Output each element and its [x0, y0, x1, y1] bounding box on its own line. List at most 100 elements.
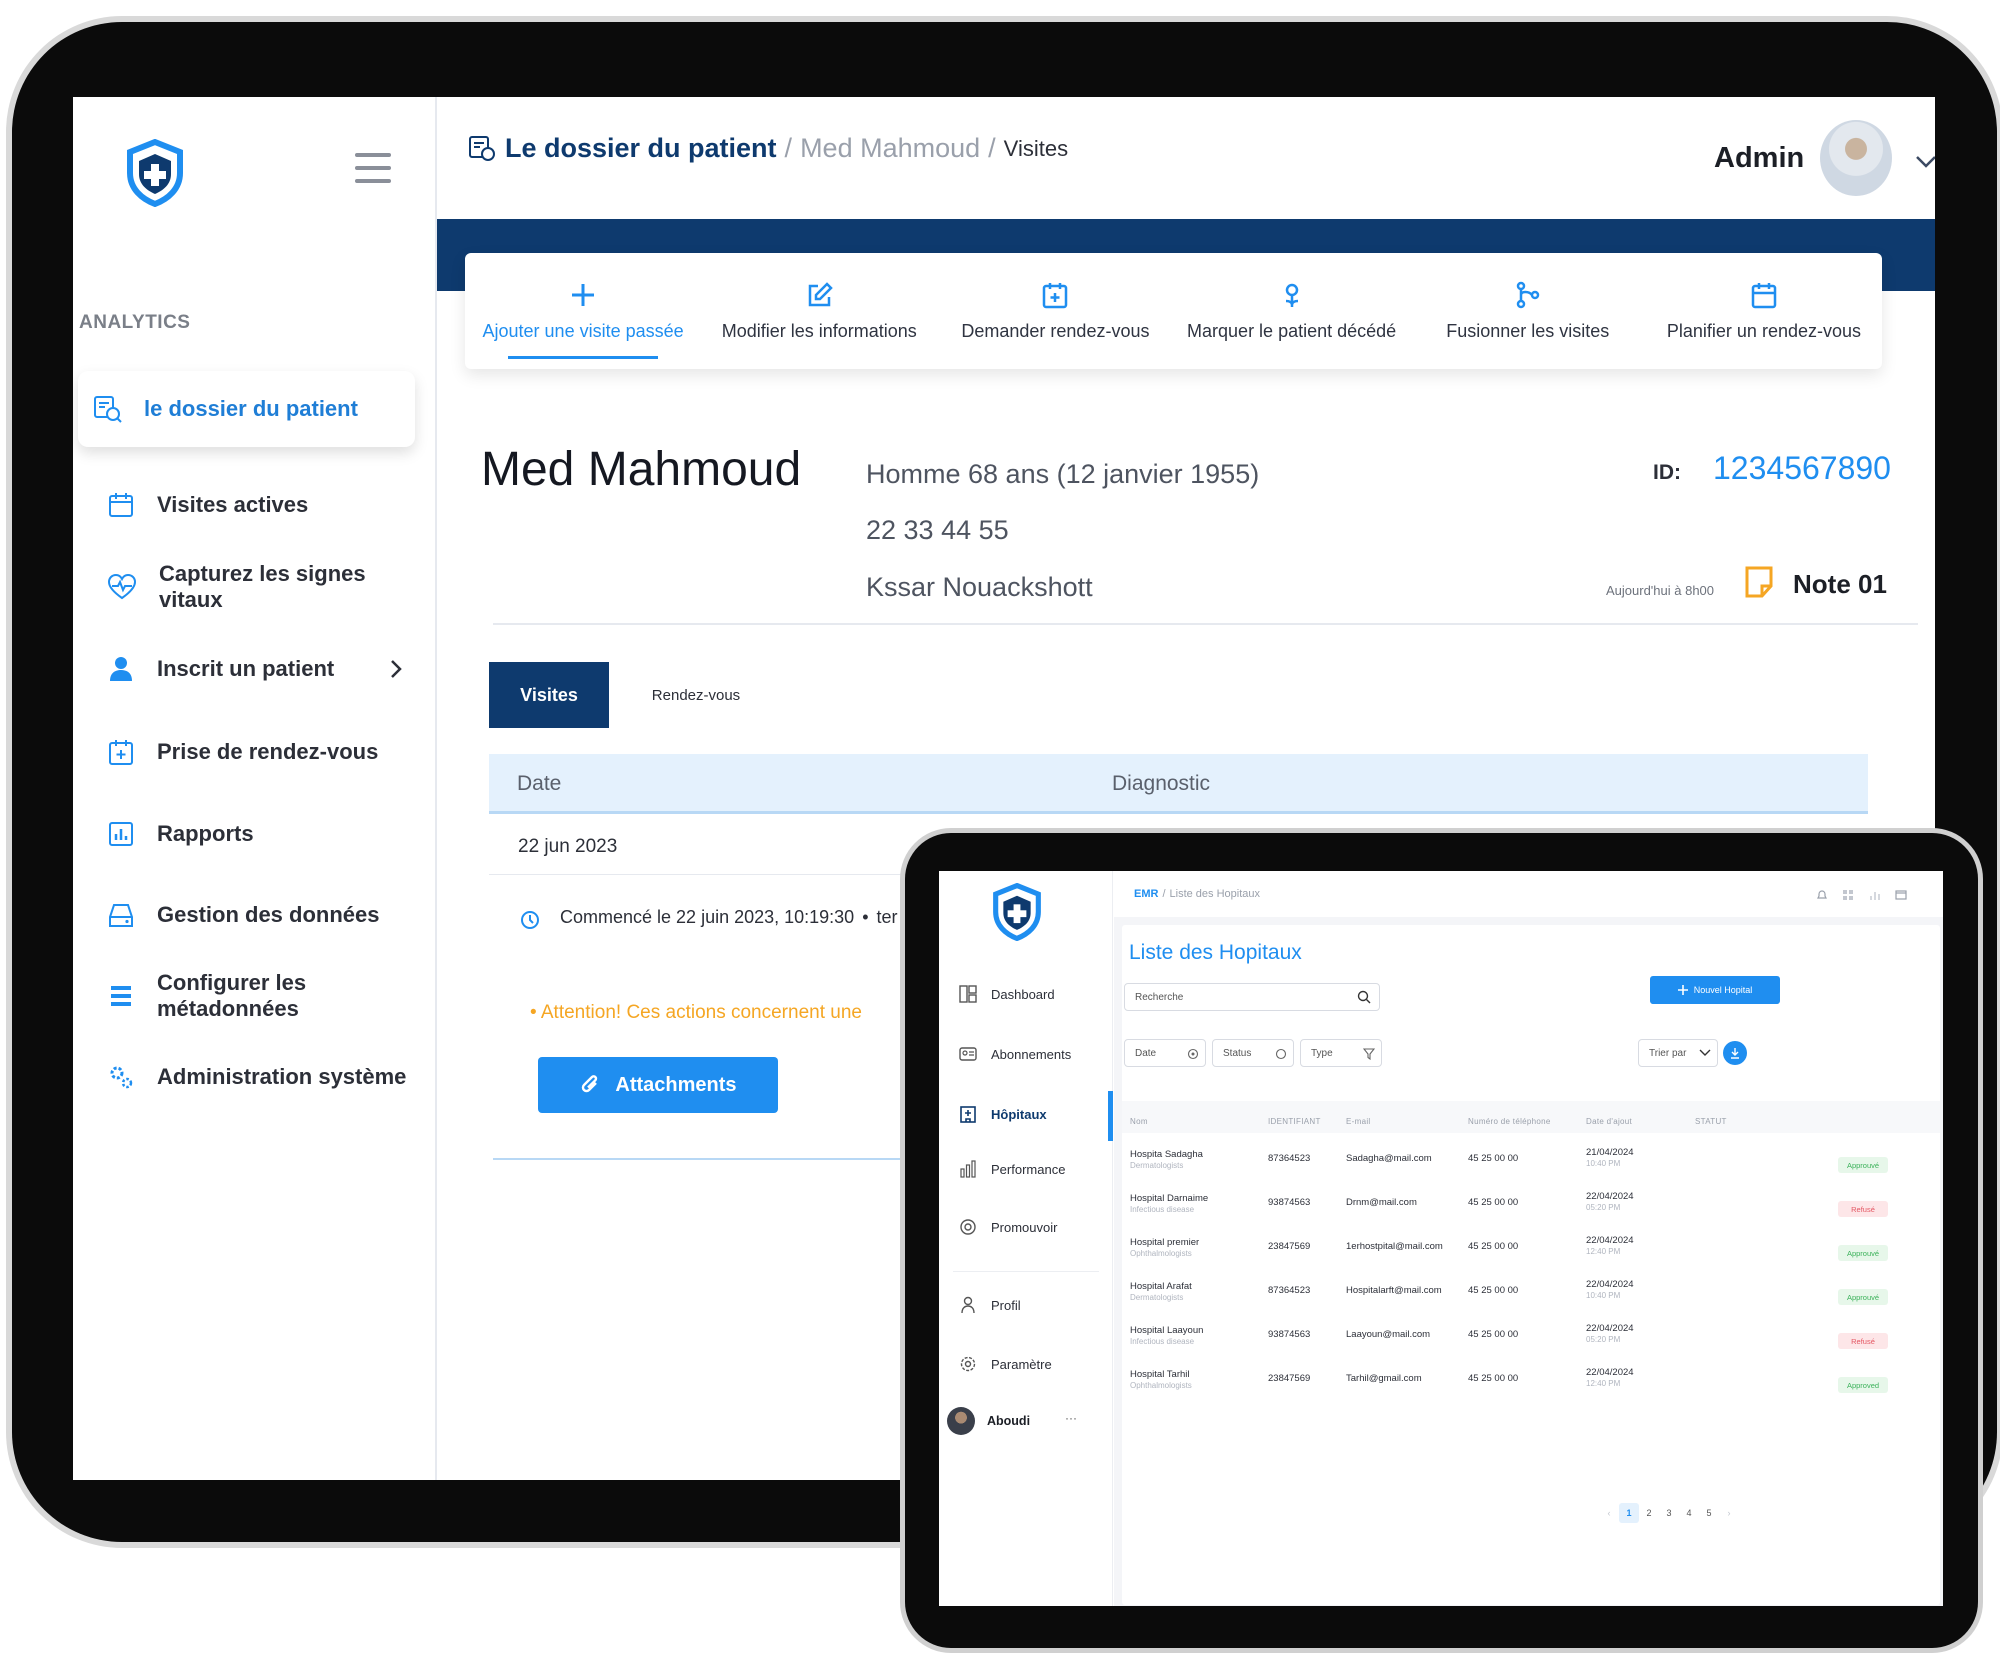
chevron-down-icon[interactable] [1915, 155, 1935, 169]
patient-file-icon [94, 396, 122, 423]
merge-visits-action[interactable]: Fusionner les visites [1410, 253, 1646, 369]
user-name[interactable]: Admin [1714, 142, 1804, 175]
bell-icon[interactable] [1816, 889, 1828, 901]
sidebar-item-patient-file[interactable]: le dossier du patient [78, 371, 415, 447]
hamburger-menu-icon[interactable] [355, 153, 391, 188]
window-icon[interactable] [1895, 889, 1907, 901]
sidebar-item-settings[interactable]: Paramètre [959, 1355, 1052, 1373]
section-label: ANALYTICS [79, 312, 191, 333]
request-appointment-action[interactable]: Demander rendez-vous [937, 253, 1173, 369]
add-past-visit-action[interactable]: Ajouter une visite passée [465, 253, 701, 369]
hospital-id: 23847569 [1268, 1241, 1311, 1252]
sort-select[interactable]: Trier par [1638, 1039, 1718, 1067]
note-label[interactable]: Note 01 [1793, 569, 1887, 600]
edit-icon [809, 281, 834, 306]
id-label: ID: [1653, 461, 1681, 484]
table-row[interactable]: Hospital Tarhil Ophthalmologists 23847569 T… [1122, 1359, 1932, 1415]
status-filter[interactable]: Status [1212, 1039, 1294, 1067]
sidebar-item-vitals[interactable]: Capturez les signes vitaux [93, 557, 423, 617]
date-filter-label: Date [1135, 1047, 1157, 1059]
hosp-main: EMR / Liste des Hopitaux Liste des Hopit… [1114, 871, 1943, 1606]
shield-logo-icon[interactable] [991, 882, 1043, 946]
sidebar-item-dashboard[interactable]: Dashboard [959, 985, 1055, 1003]
attachments-button[interactable]: Attachments [538, 1057, 778, 1113]
avatar[interactable] [1820, 120, 1892, 196]
hospital-phone: 45 25 00 00 [1468, 1241, 1519, 1252]
pagination-page[interactable]: 2 [1639, 1503, 1659, 1523]
sidebar-item-label: Rapports [157, 821, 254, 846]
grid-icon[interactable] [1842, 889, 1854, 901]
note-icon[interactable] [1744, 565, 1774, 599]
sidebar-item-label: Visites actives [157, 492, 309, 517]
mark-deceased-action[interactable]: Marquer le patient décédé [1174, 253, 1410, 369]
breadcrumb-root[interactable]: Le dossier du patient [505, 133, 777, 164]
stats-icon[interactable] [1869, 889, 1881, 901]
dashboard-icon [959, 985, 977, 1003]
visit-date[interactable]: 22 jun 2023 [518, 836, 617, 858]
shield-logo-icon[interactable] [125, 138, 185, 212]
paperclip-icon [582, 1075, 598, 1093]
sidebar-item-system-admin[interactable]: Administration système [93, 1047, 423, 1107]
column-status: STATUT [1695, 1117, 1727, 1126]
list-icon [111, 986, 131, 1006]
person-icon [961, 1296, 975, 1314]
patient-name: Med Mahmoud [481, 443, 802, 496]
patient-id: 1234567890 [1713, 450, 1891, 486]
pagination-page[interactable]: 1 [1619, 1503, 1639, 1523]
status-badge: Refusé [1838, 1333, 1888, 1349]
new-hospital-button[interactable]: Nouvel Hopital [1650, 976, 1780, 1004]
sidebar-item-performance[interactable]: Performance [959, 1160, 1065, 1178]
type-filter-label: Type [1311, 1047, 1333, 1059]
breadcrumb-separator: / [784, 133, 793, 163]
flower-icon [1285, 283, 1298, 307]
breadcrumb: Le dossier du patient / Med Mahmoud / Vi… [467, 133, 1068, 164]
download-icon [1731, 1048, 1739, 1059]
column-date-added: Date d'ajout [1586, 1117, 1633, 1126]
sidebar-item-booking[interactable]: Prise de rendez-vous [93, 722, 423, 782]
hospital-id: 23847569 [1268, 1373, 1311, 1384]
download-button[interactable] [1723, 1041, 1747, 1065]
sidebar-item-label: Abonnements [991, 1046, 1072, 1062]
gears-icon [110, 1066, 133, 1089]
schedule-appointment-action[interactable]: Planifier un rendez-vous [1646, 253, 1882, 369]
sidebar-item-data-management[interactable]: Gestion des données [93, 885, 423, 945]
new-hospital-label: Nouvel Hopital [1693, 985, 1753, 995]
note-time: Aujourd'hui à 8h00 [1606, 583, 1715, 598]
patient-phone: 22 33 44 55 [866, 515, 1009, 545]
breadcrumb-root[interactable]: EMR [1134, 888, 1158, 900]
tab-visits[interactable]: Visites [489, 662, 609, 728]
date-filter[interactable]: Date [1124, 1039, 1206, 1067]
visit-started-cont: ter [876, 907, 898, 927]
sidebar-item-register-patient[interactable]: Inscrit un patient [93, 639, 423, 699]
search-input[interactable]: Recherche [1124, 983, 1380, 1011]
pagination-page[interactable]: 3 [1659, 1503, 1679, 1523]
bullet: • [862, 907, 869, 927]
column-diagnostic: Diagnostic [1112, 772, 1211, 795]
pagination-next[interactable]: › [1719, 1503, 1739, 1523]
chevron-down-icon [1699, 1049, 1711, 1056]
report-icon [109, 822, 133, 846]
edit-info-action[interactable]: Modifier les informations [701, 253, 937, 369]
sidebar-item-subscriptions[interactable]: Abonnements [959, 1046, 1071, 1062]
sidebar-item-metadata[interactable]: Configurer les métadonnées [93, 966, 423, 1026]
hospital-id: 87364523 [1268, 1153, 1311, 1164]
hospital-phone: 45 25 00 00 [1468, 1373, 1519, 1384]
tab-appointments[interactable]: Rendez-vous [621, 662, 771, 728]
sidebar-item-label: le dossier du patient [144, 396, 358, 421]
pagination-page[interactable]: 5 [1699, 1503, 1719, 1523]
hospital-id: 87364523 [1268, 1285, 1311, 1296]
sidebar-item-hospitals[interactable]: Hôpitaux [959, 1105, 1047, 1123]
type-filter[interactable]: Type [1300, 1039, 1382, 1067]
breadcrumb-patient[interactable]: Med Mahmoud [800, 133, 980, 164]
sidebar-item-reports[interactable]: Rapports [93, 804, 423, 864]
pagination-prev[interactable]: ‹ [1599, 1503, 1619, 1523]
column-id: IDENTIFIANT [1268, 1117, 1321, 1126]
user-avatar[interactable] [947, 1407, 975, 1435]
sidebar-item-active-visits[interactable]: Visites actives [93, 475, 423, 535]
sidebar-item-promote[interactable]: Promouvoir [959, 1218, 1057, 1236]
sidebar-item-profile[interactable]: Profil [959, 1296, 1021, 1314]
breadcrumb: EMR / Liste des Hopitaux [1134, 888, 1260, 900]
more-options-icon[interactable]: ··· [1065, 1411, 1077, 1425]
pagination-page[interactable]: 4 [1679, 1503, 1699, 1523]
hospital-specialty: Ophthalmologists [1130, 1249, 1192, 1258]
